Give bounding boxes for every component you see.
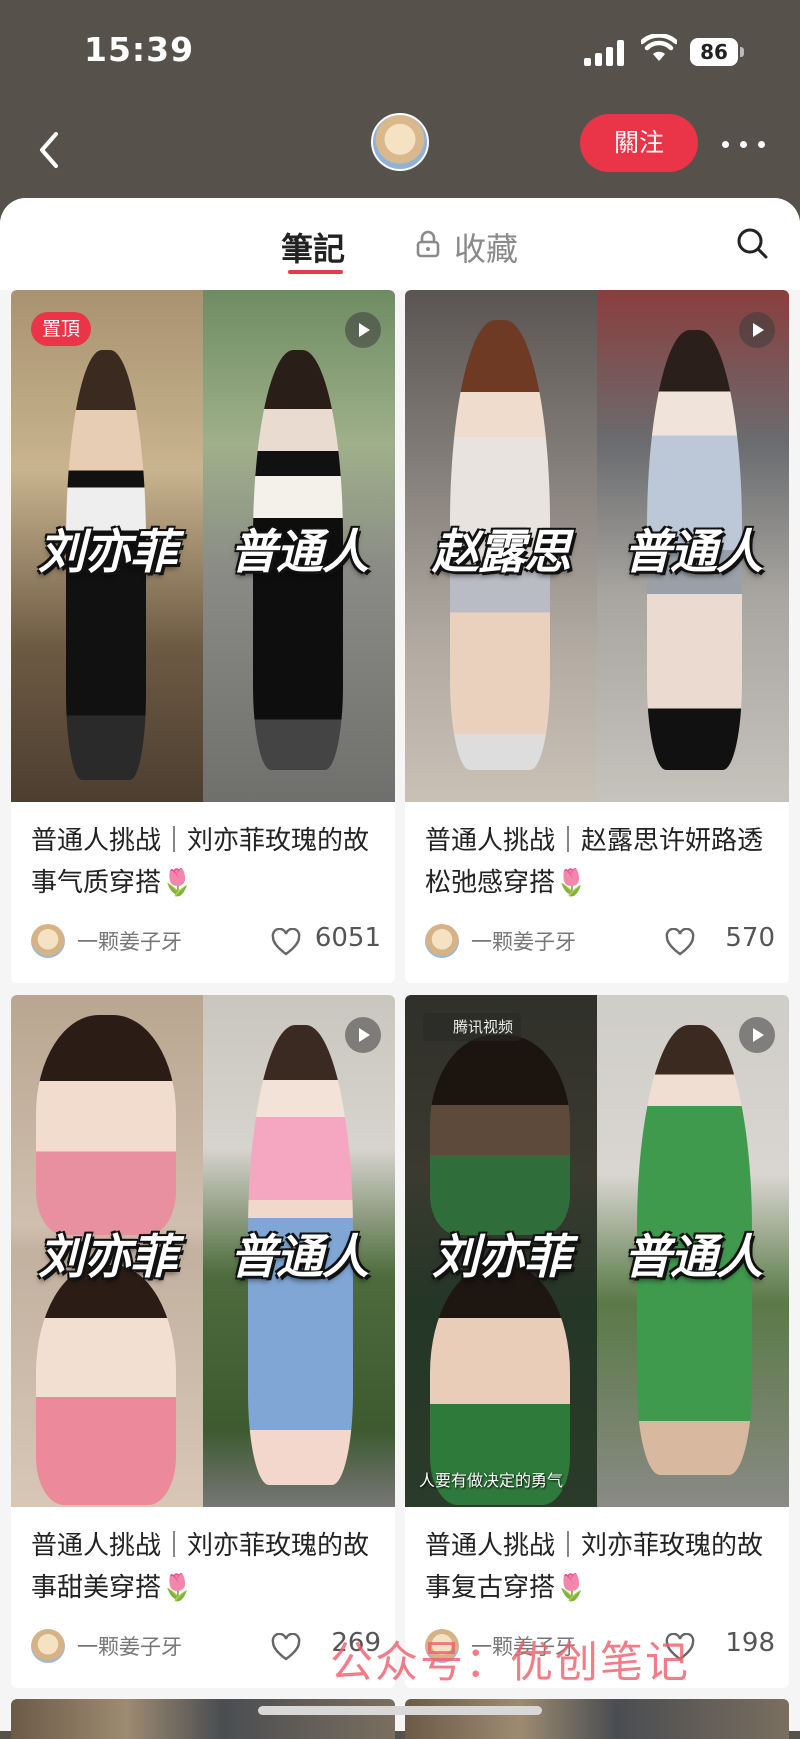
search-icon[interactable] bbox=[735, 226, 769, 260]
note-thumbnail[interactable]: 腾讯视频 刘亦菲 普通人 人要有做决定的勇气 bbox=[405, 995, 789, 1507]
pinned-badge: 置頂 bbox=[31, 312, 92, 346]
comparison-label-left: 赵露思 bbox=[432, 525, 571, 580]
like-count: 570 bbox=[725, 923, 775, 953]
note-meta: 一颗姜子牙 6051 bbox=[31, 922, 381, 962]
video-source-logo: 腾讯视频 bbox=[423, 1013, 522, 1041]
note-title[interactable]: 普通人挑战｜刘亦菲玫瑰的故事甜美穿搭🌷 bbox=[31, 1525, 381, 1609]
play-icon bbox=[739, 1017, 775, 1053]
tab-favorites[interactable]: 收藏 bbox=[416, 224, 519, 270]
tab-bar: 筆記 收藏 bbox=[0, 198, 800, 290]
note-card[interactable]: 腾讯视频 刘亦菲 普通人 人要有做决定的勇气 普通人挑战｜刘亦菲玫瑰的故事复古穿… bbox=[405, 995, 789, 1688]
note-meta: 一颗姜子牙 570 bbox=[425, 922, 775, 962]
author-avatar[interactable] bbox=[31, 924, 65, 958]
note-thumbnail[interactable]: 刘亦菲 普通人 置頂 bbox=[11, 290, 395, 802]
comparison-label-right: 普通人 bbox=[624, 525, 763, 580]
author-avatar[interactable] bbox=[31, 1629, 65, 1663]
author-name[interactable]: 一颗姜子牙 bbox=[77, 1631, 182, 1661]
note-card[interactable]: 刘亦菲 普通人 普通人挑战｜刘亦菲玫瑰的故事甜美穿搭🌷 一颗姜子牙 269 bbox=[11, 995, 395, 1688]
like-count: 198 bbox=[725, 1628, 775, 1658]
comparison-label-right: 普通人 bbox=[230, 1230, 369, 1285]
watermark-text: 公众号：优创笔记 bbox=[330, 1638, 690, 1688]
note-thumbnail[interactable]: 赵露思 普通人 bbox=[405, 290, 789, 802]
more-options-icon[interactable] bbox=[718, 130, 768, 160]
profile-avatar[interactable] bbox=[371, 113, 429, 171]
author-avatar[interactable] bbox=[425, 924, 459, 958]
tab-notes[interactable]: 筆記 bbox=[281, 224, 345, 270]
active-tab-indicator bbox=[288, 270, 343, 274]
author-name[interactable]: 一颗姜子牙 bbox=[77, 926, 182, 956]
back-arrow-icon[interactable] bbox=[30, 120, 70, 180]
home-indicator[interactable] bbox=[258, 1706, 542, 1715]
comparison-label-right: 普通人 bbox=[230, 525, 369, 580]
comparison-label-left: 刘亦菲 bbox=[38, 1230, 177, 1285]
battery-level: 86 bbox=[690, 38, 738, 66]
note-title[interactable]: 普通人挑战｜刘亦菲玫瑰的故事复古穿搭🌷 bbox=[425, 1525, 775, 1609]
author-name[interactable]: 一颗姜子牙 bbox=[471, 926, 576, 956]
comparison-label-left: 刘亦菲 bbox=[432, 1230, 571, 1285]
note-thumbnail[interactable]: 刘亦菲 普通人 bbox=[11, 995, 395, 1507]
note-card[interactable]: 赵露思 普通人 普通人挑战｜赵露思许妍路透松弛感穿搭🌷 一颗姜子牙 570 bbox=[405, 290, 789, 983]
next-card-thumbnail[interactable] bbox=[405, 1699, 789, 1739]
note-meta: 一颗姜子牙 269 bbox=[31, 1627, 381, 1667]
play-icon bbox=[739, 312, 775, 348]
comparison-label-right: 普通人 bbox=[624, 1230, 763, 1285]
cellular-signal-icon bbox=[584, 40, 626, 66]
comparison-label-left: 刘亦菲 bbox=[38, 525, 177, 580]
note-title[interactable]: 普通人挑战｜刘亦菲玫瑰的故事气质穿搭🌷 bbox=[31, 820, 381, 904]
wifi-icon bbox=[641, 34, 677, 61]
follow-button[interactable]: 關注 bbox=[580, 114, 698, 172]
play-icon bbox=[345, 1017, 381, 1053]
battery-icon: 86 bbox=[690, 38, 744, 66]
heart-icon[interactable] bbox=[271, 928, 301, 956]
note-title[interactable]: 普通人挑战｜赵露思许妍路透松弛感穿搭🌷 bbox=[425, 820, 775, 904]
status-bar: 15:39 86 bbox=[0, 0, 800, 100]
note-card[interactable]: 刘亦菲 普通人 置頂 普通人挑战｜刘亦菲玫瑰的故事气质穿搭🌷 一颗姜子牙 605… bbox=[11, 290, 395, 983]
tab-favorites-label: 收藏 bbox=[454, 230, 519, 268]
heart-icon[interactable] bbox=[271, 1633, 301, 1661]
lock-icon bbox=[416, 230, 440, 258]
profile-header: 關注 bbox=[0, 100, 800, 200]
like-count: 6051 bbox=[314, 923, 381, 953]
next-card-thumbnail[interactable] bbox=[11, 1699, 395, 1739]
status-time: 15:39 bbox=[84, 30, 195, 69]
video-subtitle: 人要有做决定的勇气 bbox=[419, 1471, 564, 1490]
content-sheet: 筆記 收藏 刘亦菲 普通人 置頂 普通人挑战｜刘亦菲玫瑰的故事气质穿搭🌷 一颗姜… bbox=[0, 198, 800, 1731]
heart-icon[interactable] bbox=[665, 928, 695, 956]
play-icon bbox=[345, 312, 381, 348]
